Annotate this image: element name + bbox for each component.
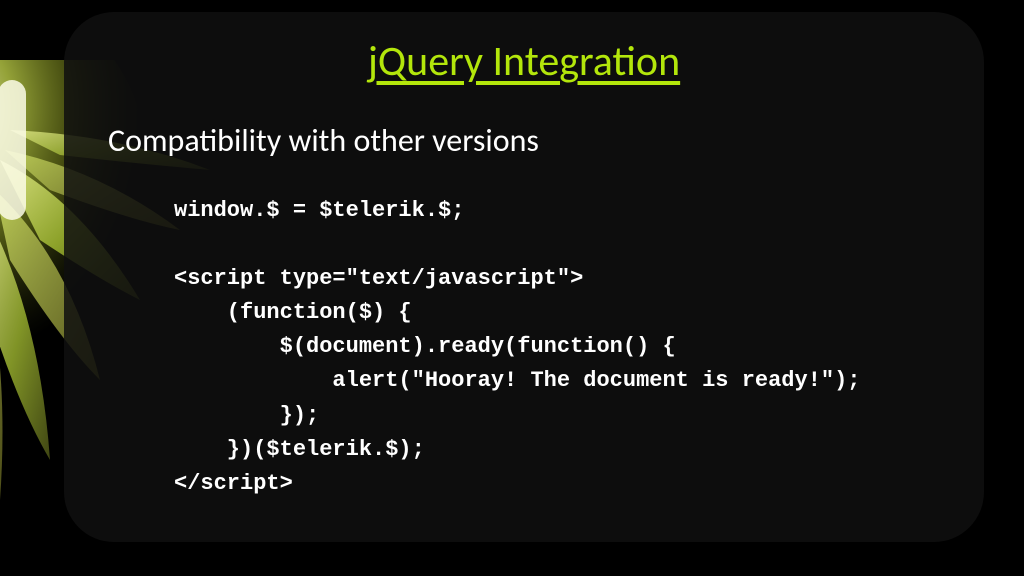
slide-subtitle: Compatibility with other versions	[108, 121, 944, 160]
slide-title: jQuery Integration	[104, 36, 944, 87]
slide-panel: jQuery Integration Compatibility with ot…	[64, 12, 984, 542]
code-block: window.$ = $telerik.$; <script type="tex…	[174, 194, 944, 501]
